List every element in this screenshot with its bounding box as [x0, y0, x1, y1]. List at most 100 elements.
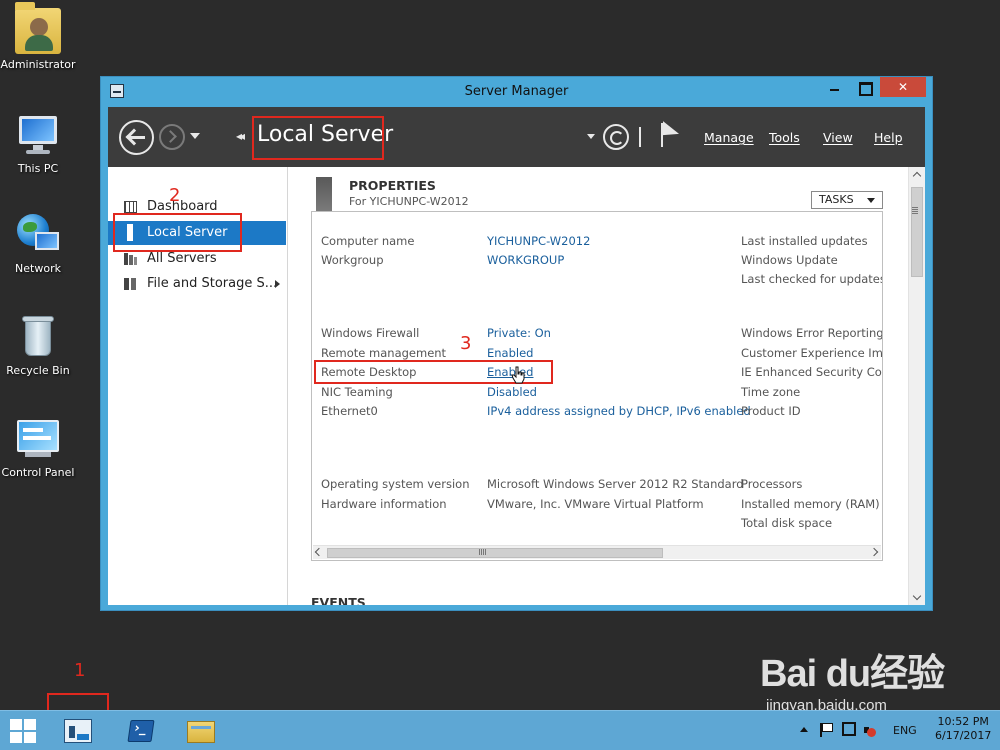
- watermark-logo: Bai du经验: [760, 653, 945, 695]
- prop-label-customer-experience: Customer Experience Impro: [741, 346, 883, 360]
- prop-label-last-checked-updates: Last checked for updates: [741, 272, 883, 286]
- file-storage-icon: [124, 278, 137, 290]
- history-dropdown-icon[interactable]: [190, 133, 200, 139]
- maximize-button[interactable]: [850, 77, 878, 97]
- scroll-grip-icon: [479, 549, 487, 555]
- prop-label-ethernet: Ethernet0: [321, 404, 378, 418]
- scroll-down-arrow-icon[interactable]: [912, 591, 922, 601]
- desktop-icon-administrator[interactable]: Administrator: [0, 2, 80, 71]
- properties-panel: Computer name Workgroup Windows Firewall…: [311, 211, 883, 561]
- refresh-icon[interactable]: [603, 124, 629, 150]
- minimize-button[interactable]: [820, 77, 848, 97]
- prop-value-workgroup-link[interactable]: WORKGROUP: [487, 253, 564, 267]
- prop-label-error-reporting: Windows Error Reporting: [741, 326, 883, 340]
- scroll-up-arrow-icon[interactable]: [912, 171, 922, 181]
- dashboard-icon: [124, 201, 137, 213]
- properties-subheading: For YICHUNPC-W2012: [349, 195, 469, 208]
- prop-label-os-version: Operating system version: [321, 477, 470, 491]
- breadcrumb-arrows: ◂◂: [236, 129, 245, 143]
- properties-heading: PROPERTIES: [349, 178, 436, 193]
- prop-label-remote-management: Remote management: [321, 346, 447, 360]
- events-heading: EVENTS: [311, 595, 366, 605]
- prop-label-computer-name: Computer name: [321, 234, 415, 248]
- properties-section-icon: [316, 177, 332, 211]
- back-arrow-icon[interactable]: [119, 120, 154, 155]
- forward-arrow-icon[interactable]: [159, 124, 185, 150]
- taskbar-server-manager-button[interactable]: [60, 715, 94, 747]
- menu-tools[interactable]: Tools: [769, 130, 800, 145]
- window-title: Server Manager: [464, 84, 569, 99]
- prop-label-nic-teaming: NIC Teaming: [321, 385, 393, 399]
- start-button[interactable]: [10, 719, 36, 743]
- prop-label-hardware: Hardware information: [321, 497, 447, 511]
- prop-value-computer-name-link[interactable]: YICHUNPC-W2012: [487, 234, 590, 248]
- tasks-dropdown-button[interactable]: TASKS: [811, 191, 883, 209]
- clock-date: 6/17/2017: [935, 729, 992, 742]
- prop-label-last-installed-updates: Last installed updates: [741, 234, 868, 248]
- prop-value-hardware: VMware, Inc. VMware Virtual Platform: [487, 497, 704, 511]
- desktop-icon-control-panel[interactable]: Control Panel: [0, 416, 80, 479]
- expand-arrow-icon[interactable]: [275, 280, 280, 288]
- desktop-icon-recycle-bin[interactable]: Recycle Bin: [0, 314, 80, 377]
- volume-muted-icon[interactable]: [864, 723, 876, 737]
- prop-value-ethernet-link[interactable]: IPv4 address assigned by DHCP, IPv6 enab…: [487, 404, 751, 418]
- scroll-right-arrow-icon[interactable]: [869, 547, 879, 557]
- vertical-scrollbar[interactable]: [908, 167, 925, 605]
- taskbar-file-explorer-button[interactable]: [183, 715, 217, 747]
- vertical-scroll-thumb[interactable]: [911, 187, 923, 277]
- powershell-icon: [127, 720, 155, 742]
- horizontal-scroll-thumb[interactable]: [327, 548, 663, 558]
- computer-icon: [15, 112, 61, 158]
- prop-label-time-zone: Time zone: [741, 385, 801, 399]
- window-client-area: ◂◂ Local Server Manage Tools View Help D…: [108, 107, 925, 605]
- sidebar-item-file-storage[interactable]: File and Storage S...: [108, 272, 286, 296]
- language-indicator[interactable]: ENG: [893, 724, 917, 737]
- horizontal-scrollbar[interactable]: [313, 545, 881, 559]
- clock[interactable]: 10:52 PM 6/17/2017: [935, 715, 991, 743]
- menu-view[interactable]: View: [823, 130, 853, 145]
- user-folder-icon: [15, 2, 61, 54]
- notifications-flag-icon[interactable]: [661, 123, 681, 149]
- desktop-icon-label: Recycle Bin: [6, 364, 70, 377]
- navigation-sidebar: Dashboard Local Server All Servers File …: [108, 167, 288, 605]
- annotation-step-3: 3: [460, 333, 472, 354]
- properties-main-pane: PROPERTIES For YICHUNPC-W2012 TASKS Comp…: [289, 167, 925, 605]
- action-center-flag-icon[interactable]: [820, 723, 833, 737]
- prop-value-remote-management-link[interactable]: Enabled: [487, 346, 533, 360]
- sidebar-item-label: Dashboard: [147, 199, 218, 214]
- prop-label-product-id: Product ID: [741, 404, 801, 418]
- desktop-icon-label: Control Panel: [1, 466, 75, 479]
- server-manager-window: Server Manager ✕ ◂◂ Local Server Manage …: [100, 76, 933, 611]
- annotation-step-1: 1: [74, 660, 86, 681]
- server-manager-icon: [64, 719, 92, 743]
- prop-label-windows-update: Windows Update: [741, 253, 838, 267]
- taskbar: ENG 10:52 PM 6/17/2017: [0, 710, 1000, 750]
- prop-value-os-version: Microsoft Windows Server 2012 R2 Standar…: [487, 477, 744, 491]
- prop-label-ie-security: IE Enhanced Security Config: [741, 365, 882, 379]
- prop-label-installed-memory: Installed memory (RAM): [741, 497, 880, 511]
- prop-label-workgroup: Workgroup: [321, 253, 384, 267]
- scroll-left-arrow-icon[interactable]: [314, 547, 324, 557]
- desktop-icon-this-pc[interactable]: This PC: [0, 112, 80, 175]
- prop-value-firewall-link[interactable]: Private: On: [487, 326, 551, 340]
- menu-help[interactable]: Help: [874, 130, 903, 145]
- hand-cursor-icon: [511, 366, 525, 384]
- annotation-highlight-local-server: [113, 213, 242, 252]
- network-icon: [15, 212, 61, 258]
- menu-manage[interactable]: Manage: [704, 130, 754, 145]
- refresh-dropdown-icon[interactable]: [587, 134, 595, 139]
- all-servers-icon: [124, 253, 137, 265]
- sidebar-item-label: File and Storage S...: [147, 276, 278, 291]
- desktop-icon-network[interactable]: Network: [0, 212, 80, 275]
- close-button[interactable]: ✕: [880, 77, 926, 97]
- desktop-icon-label: This PC: [17, 162, 59, 175]
- header-bar: ◂◂ Local Server Manage Tools View Help: [108, 107, 925, 167]
- prop-value-nic-teaming-link[interactable]: Disabled: [487, 385, 537, 399]
- taskbar-powershell-button[interactable]: [123, 715, 157, 747]
- prop-label-total-disk-space: Total disk space: [741, 516, 833, 530]
- prop-label-processors: Processors: [741, 477, 803, 491]
- show-hidden-icons-icon[interactable]: [800, 727, 808, 732]
- file-explorer-icon: [187, 721, 215, 743]
- window-titlebar[interactable]: Server Manager ✕: [101, 77, 932, 107]
- network-status-icon[interactable]: [842, 722, 856, 736]
